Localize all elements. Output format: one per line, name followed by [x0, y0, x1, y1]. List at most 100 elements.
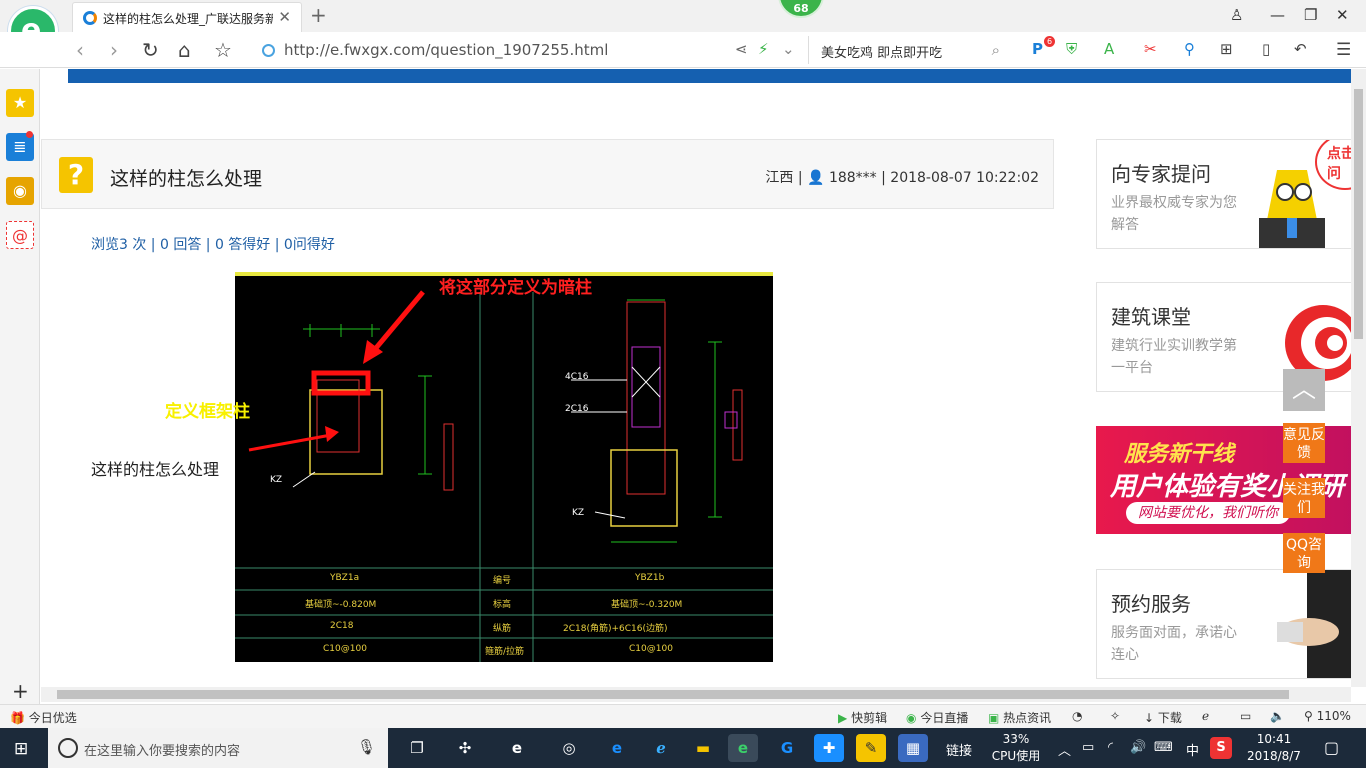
- question-stats[interactable]: 浏览3 次 | 0 回答 | 0 答得好 | 0问得好: [91, 234, 335, 254]
- chevron-down-icon[interactable]: ⌄: [782, 40, 795, 58]
- battery-icon[interactable]: ▭: [1082, 740, 1094, 755]
- horizontal-scrollbar[interactable]: [41, 687, 1351, 702]
- shirt-icon[interactable]: ♙: [1230, 6, 1243, 24]
- magnifier-icon[interactable]: ⚲: [1184, 40, 1195, 58]
- vertical-scroll-thumb[interactable]: [1354, 89, 1363, 339]
- browser-360-icon[interactable]: e: [728, 734, 758, 762]
- back-to-top-button[interactable]: ︿: [1283, 369, 1325, 411]
- microphone-icon[interactable]: 🎙: [357, 738, 376, 756]
- volume-icon[interactable]: 🔊: [1130, 740, 1146, 755]
- sogou-ime-icon[interactable]: S: [1210, 737, 1232, 759]
- address-bar[interactable]: http://e.fwxgx.com/question_1907255.html: [258, 36, 808, 64]
- email-icon[interactable]: @: [6, 221, 34, 249]
- cad-drawing-image[interactable]: 将这部分定义为暗柱 KZ KZ 4C16 2C16 YBZ1a 基础顶~-0.8…: [235, 272, 773, 662]
- back-icon[interactable]: ‹: [76, 38, 84, 62]
- annotation-yellow: 定义框架柱: [165, 402, 250, 422]
- close-tab-icon[interactable]: ✕: [278, 8, 291, 26]
- notes-app-icon[interactable]: ✎: [856, 734, 886, 762]
- notification-dot: [26, 131, 33, 138]
- cpu-meter[interactable]: 33% CPU使用: [990, 731, 1042, 765]
- calc-app-icon[interactable]: ▦: [898, 734, 928, 762]
- card-appointment[interactable]: 预约服务 服务面对面，承诺心连心: [1096, 569, 1351, 679]
- question-header: ? 这样的柱怎么处理 江西 | 👤 188*** | 2018-08-07 10…: [41, 139, 1054, 209]
- downloads[interactable]: ↓ 下载: [1144, 709, 1182, 726]
- extension-p-icon[interactable]: P: [1032, 40, 1043, 58]
- lightning-icon[interactable]: ⚡: [758, 40, 769, 58]
- shield-icon[interactable]: ⛨: [1066, 40, 1077, 58]
- apps-icon[interactable]: ⊞: [1220, 40, 1233, 58]
- refresh-icon[interactable]: ↻: [142, 38, 159, 62]
- task-view-icon[interactable]: ❐: [402, 734, 432, 762]
- live-today[interactable]: ◉ 今日直播: [906, 709, 968, 726]
- extension-badge: 6: [1044, 36, 1055, 47]
- favorites-star-icon[interactable]: ★: [6, 89, 34, 117]
- ie-mode-icon[interactable]: ℯ: [1202, 709, 1209, 723]
- taskbar-search-placeholder[interactable]: 在这里输入你要搜索的内容: [84, 740, 240, 759]
- news-icon: ▣: [988, 711, 1000, 725]
- minimize-icon[interactable]: —: [1270, 6, 1285, 24]
- translate-icon[interactable]: A: [1104, 40, 1114, 58]
- clean-icon[interactable]: ✧: [1110, 709, 1120, 723]
- wifi-icon[interactable]: ◜: [1108, 740, 1113, 755]
- ime-indicator[interactable]: 中: [1186, 740, 1199, 759]
- search-suggestion[interactable]: 美女吃鸡 即点即开吃: [821, 42, 942, 61]
- new-tab-icon[interactable]: +: [310, 3, 327, 27]
- forward-icon[interactable]: ›: [110, 38, 118, 62]
- card-ask-expert[interactable]: 向专家提问 业界最权威专家为您解答 点击提问: [1096, 139, 1351, 249]
- window-icon[interactable]: ▭: [1240, 709, 1251, 723]
- add-sidebar-icon[interactable]: +: [12, 679, 29, 703]
- browser-tab[interactable]: 这样的柱怎么处理_广联达服务新 ✕: [72, 2, 302, 32]
- edge-browser-icon[interactable]: e: [602, 734, 632, 762]
- site-header-bar: [68, 69, 1351, 83]
- scissors-icon[interactable]: ✂: [1144, 40, 1157, 58]
- undo-icon[interactable]: ↶: [1294, 40, 1307, 58]
- quick-edit[interactable]: ▶ 快剪辑: [838, 709, 887, 726]
- table-cell: C10@100: [323, 644, 367, 654]
- speed-icon[interactable]: ◔: [1072, 709, 1082, 723]
- glodon-g-icon[interactable]: G: [772, 734, 802, 762]
- file-explorer-icon[interactable]: ▬: [688, 734, 718, 762]
- url-text[interactable]: http://e.fwxgx.com/question_1907255.html: [284, 41, 608, 59]
- internet-explorer-icon[interactable]: ℯ: [646, 734, 676, 762]
- zoom-control[interactable]: ⚲ 110%: [1304, 709, 1351, 723]
- windows-start-icon[interactable]: ⊞: [14, 739, 28, 759]
- home-icon[interactable]: ⌂: [178, 38, 191, 62]
- keyboard-icon[interactable]: ⌨: [1154, 740, 1173, 755]
- promo-line1: 服务新干线: [1124, 442, 1235, 467]
- horizontal-scroll-thumb[interactable]: [57, 690, 1289, 699]
- question-user[interactable]: 188***: [829, 170, 877, 186]
- hot-news[interactable]: ▣ 热点资讯: [988, 709, 1051, 726]
- menu-icon[interactable]: ☰: [1336, 40, 1351, 60]
- table-cell: YBZ1a: [330, 573, 360, 583]
- weibo-icon[interactable]: ◉: [6, 177, 34, 205]
- action-center-icon[interactable]: ▢: [1324, 738, 1339, 757]
- search-icon[interactable]: ⌕: [992, 41, 1000, 59]
- qq-consult-button[interactable]: QQ咨询: [1283, 533, 1325, 573]
- close-window-icon[interactable]: ✕: [1336, 6, 1349, 24]
- restore-icon[interactable]: ❐: [1304, 6, 1317, 24]
- tray-expand-icon[interactable]: ︿: [1058, 740, 1071, 759]
- table-cell: 2C18: [330, 621, 354, 631]
- edge-e-icon[interactable]: e: [502, 734, 532, 762]
- question-title: 这样的柱怎么处理: [110, 168, 263, 190]
- share-icon[interactable]: ⋖: [735, 40, 748, 58]
- feedback-button[interactable]: 意见反馈: [1283, 423, 1325, 463]
- clock[interactable]: 10:41 2018/8/7: [1244, 731, 1304, 765]
- rebar-label-2c16: 2C16: [565, 404, 589, 414]
- plus-app-icon[interactable]: ✚: [814, 734, 844, 762]
- search-box[interactable]: 美女吃鸡 即点即开吃 ⌕: [808, 36, 1008, 64]
- table-cell: 标高: [493, 600, 512, 610]
- table-cell: 基础顶~-0.820M: [305, 600, 377, 610]
- follow-us-button[interactable]: 关注我们: [1283, 478, 1325, 518]
- mute-icon[interactable]: 🔈: [1270, 709, 1285, 723]
- score-badge[interactable]: 68: [778, 0, 824, 18]
- tab-bar: 这样的柱怎么处理_广联达服务新 ✕ + 68 ♙ — ❐ ✕: [0, 0, 1366, 32]
- links-toolbar[interactable]: 链接: [946, 740, 972, 759]
- reader-icon[interactable]: ▯: [1262, 40, 1270, 58]
- fan-app-icon[interactable]: ✣: [450, 734, 480, 762]
- daily-picks[interactable]: 🎁 今日优选: [10, 709, 77, 726]
- vertical-scrollbar[interactable]: [1351, 69, 1366, 687]
- bookmark-star-icon[interactable]: ☆: [214, 38, 232, 62]
- spiral-app-icon[interactable]: ◎: [554, 734, 584, 762]
- taskbar-search[interactable]: 在这里输入你要搜索的内容 🎙: [48, 728, 388, 768]
